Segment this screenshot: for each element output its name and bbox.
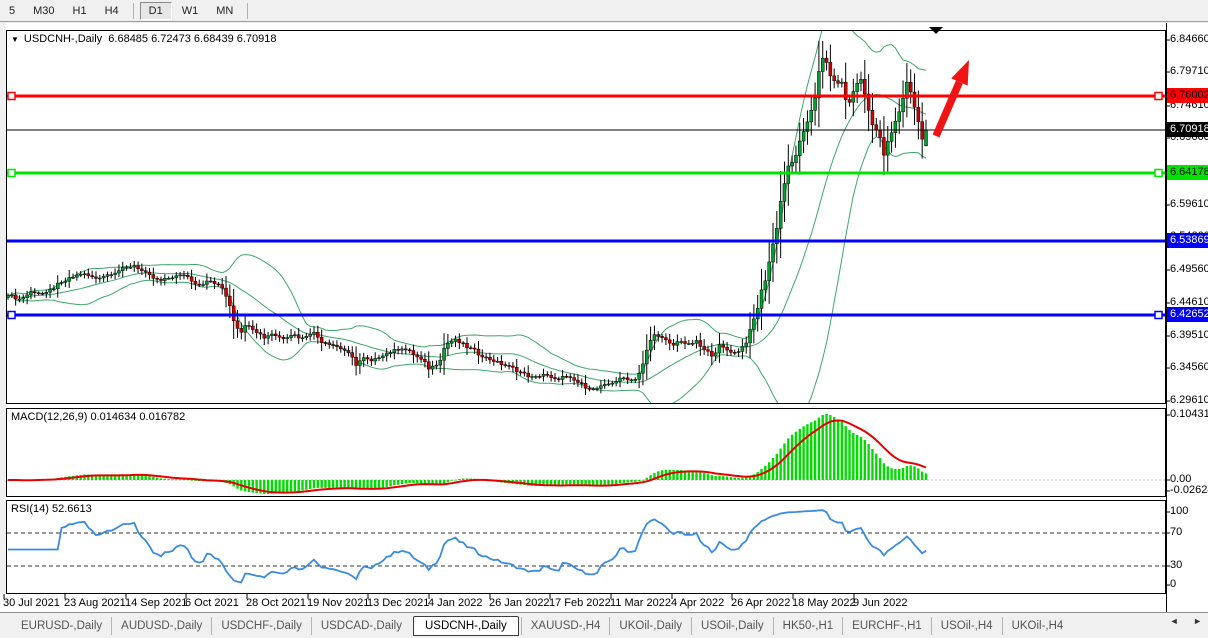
symbol-tab-audusddaily[interactable]: AUDUSD-,Daily <box>111 617 211 635</box>
price-axis-tick: 6.34560 <box>1170 361 1208 373</box>
date-axis-label: 6 Oct 2021 <box>185 597 239 609</box>
symbol-tab-eurusddaily[interactable]: EURUSD-,Daily <box>12 617 111 635</box>
symbol-tab-ukoilh4[interactable]: UKOil-,H4 <box>1002 617 1073 635</box>
symbol-tab-usoilh4[interactable]: USOil-,H4 <box>931 617 1002 635</box>
price-axis-tick: 6.79710 <box>1170 65 1208 77</box>
price-level-badge: 6.53869 <box>1167 233 1208 248</box>
rsi-indicator-label: RSI(14) 52.6613 <box>11 503 92 515</box>
rsi-axis-tick: 30 <box>1170 559 1182 571</box>
date-axis-label: 23 Aug 2021 <box>64 597 126 609</box>
price-axis-tick: 6.49560 <box>1170 263 1208 275</box>
ohlc-values: 6.68485 6.72473 6.68439 6.70918 <box>108 33 276 45</box>
date-axis-label: 11 Mar 2022 <box>610 597 671 609</box>
rsi-axis-tick: 0 <box>1170 578 1176 590</box>
symbol-tab-ukoildaily[interactable]: UKOil-,Daily <box>609 617 691 635</box>
toolbar-separator <box>247 3 248 19</box>
date-axis-label: 26 Jan 2022 <box>489 597 550 609</box>
timeframe-button-h1[interactable]: H1 <box>65 3 95 19</box>
rsi-axis-tick: 100 <box>1170 505 1188 517</box>
timeframe-button-d1[interactable]: D1 <box>140 2 172 20</box>
toolbar-separator <box>133 3 134 19</box>
date-axis-label: 18 May 2022 <box>792 597 856 609</box>
date-axis-label: 4 Jan 2022 <box>428 597 482 609</box>
timeframe-button-h4[interactable]: H4 <box>97 3 127 19</box>
timeframe-button-w1[interactable]: W1 <box>174 3 207 19</box>
chart-menu-dropdown-icon[interactable]: ▼ <box>11 35 19 44</box>
macd-axis-tick: 0.104313 <box>1170 408 1208 420</box>
symbol-tab-usoildaily[interactable]: USOil-,Daily <box>691 617 773 635</box>
date-axis-label: 19 Nov 2021 <box>307 597 369 609</box>
price-axis-tick: 6.84660 <box>1170 33 1208 45</box>
timeframe-toolbar: 5M30H1H4 D1W1MN <box>0 0 1208 22</box>
date-axis-label: 9 Jun 2022 <box>853 597 907 609</box>
price-level-badge: 6.64178 <box>1167 165 1208 180</box>
tab-scroll-right-icon[interactable]: ► <box>1193 616 1202 626</box>
price-axis-tick: 6.29610 <box>1170 394 1208 406</box>
symbol-tab-xauusdh4[interactable]: XAUUSD-,H4 <box>521 617 610 635</box>
symbol-period-label: USDCNH-,Daily <box>24 33 102 45</box>
timeframe-button-5[interactable]: 5 <box>1 3 23 19</box>
macd-indicator-label: MACD(12,26,9) 0.014634 0.016782 <box>11 411 185 423</box>
price-axis-tick: 6.39510 <box>1170 329 1208 341</box>
timeframe-button-mn[interactable]: MN <box>208 3 241 19</box>
date-axis-label: 4 Apr 2022 <box>671 597 724 609</box>
date-axis-label: 28 Oct 2021 <box>246 597 306 609</box>
price-chart-panel[interactable] <box>6 30 1166 404</box>
date-axis-label: 26 Apr 2022 <box>731 597 790 609</box>
date-axis-label: 30 Jul 2021 <box>3 597 60 609</box>
rsi-axis-tick: 70 <box>1170 526 1182 538</box>
date-axis-label: 14 Sep 2021 <box>125 597 187 609</box>
date-axis-label: 13 Dec 2021 <box>367 597 429 609</box>
symbol-tab-hk50h1[interactable]: HK50-,H1 <box>773 617 843 635</box>
chart-title: ▼ USDCNH-,Daily 6.68485 6.72473 6.68439 6… <box>11 33 277 45</box>
macd-axis-tick: -0.026249 <box>1170 484 1208 496</box>
price-level-badge: 6.70918 <box>1167 122 1208 137</box>
tab-scroll-buttons: ◄ ► <box>1158 616 1202 626</box>
price-level-badge: 6.42652 <box>1167 307 1208 322</box>
symbol-tab-usdcnhdaily[interactable]: USDCNH-,Daily <box>413 616 519 636</box>
timeframe-button-m30[interactable]: M30 <box>25 3 62 19</box>
symbol-tab-bar: EURUSD-,DailyAUDUSD-,DailyUSDCHF-,DailyU… <box>0 612 1208 638</box>
symbol-tab-usdcaddaily[interactable]: USDCAD-,Daily <box>311 617 411 635</box>
rsi-panel[interactable] <box>6 500 1166 594</box>
tab-scroll-left-icon[interactable]: ◄ <box>1170 616 1179 626</box>
date-axis-label: 17 Feb 2022 <box>549 597 611 609</box>
price-level-badge: 6.76002 <box>1167 88 1208 103</box>
symbol-tab-eurchfh1[interactable]: EURCHF-,H1 <box>842 617 931 635</box>
price-axis-tick: 6.59610 <box>1170 198 1208 210</box>
symbol-tab-usdchfdaily[interactable]: USDCHF-,Daily <box>211 617 311 635</box>
